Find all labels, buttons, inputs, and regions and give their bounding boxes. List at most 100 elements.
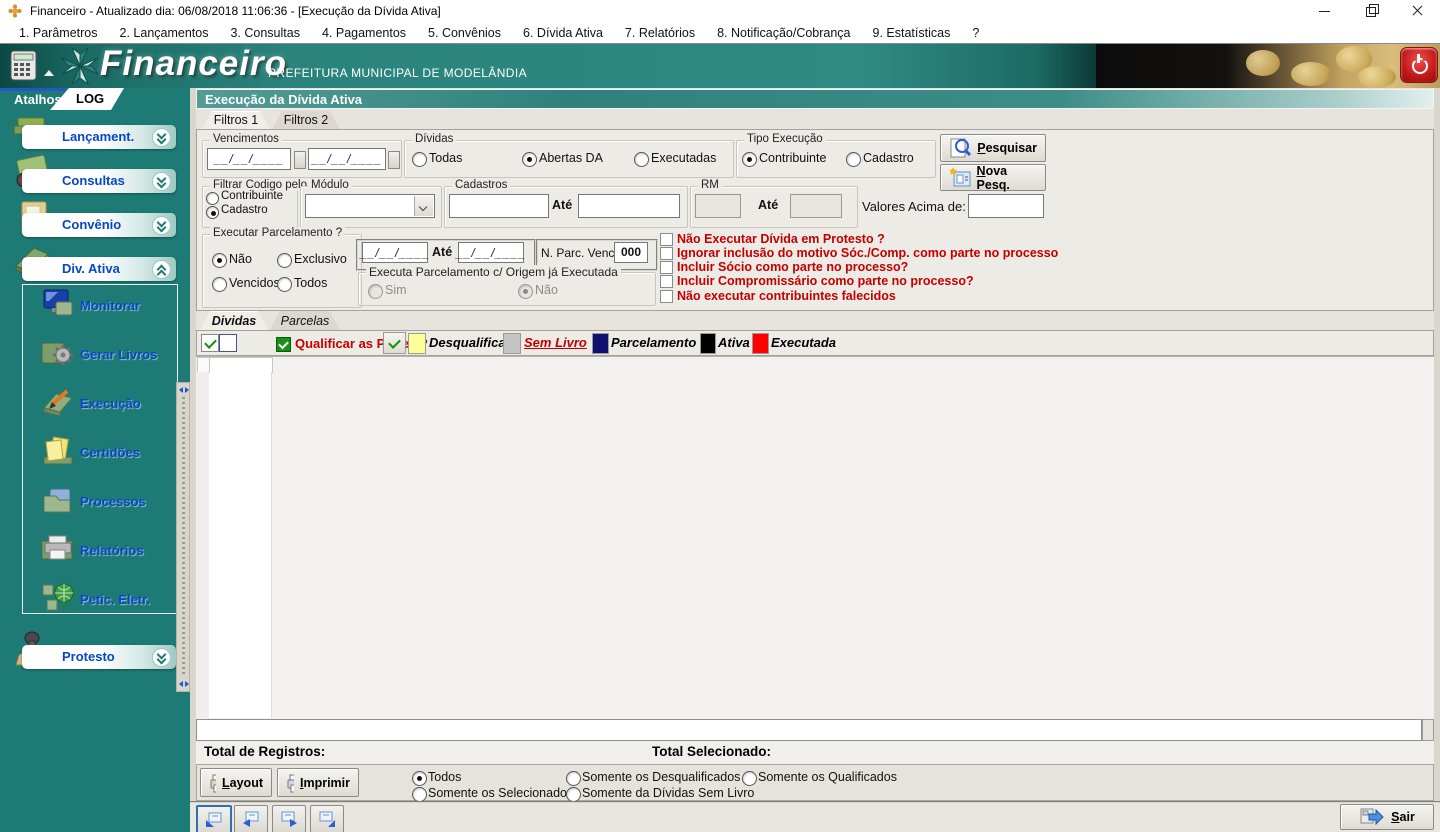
legend-label-parcelamento: Parcelamento xyxy=(611,335,696,350)
radio-parc-exclusivo[interactable] xyxy=(277,253,292,268)
chevron-down-icon[interactable] xyxy=(152,648,171,667)
checkbox-incluir-compromissario[interactable] xyxy=(660,275,673,288)
modulo-select[interactable] xyxy=(305,194,435,218)
calculator-icon[interactable] xyxy=(10,50,38,82)
documents-icon xyxy=(40,435,76,467)
sidebar-item-div-ativa[interactable]: Div. Ativa xyxy=(22,257,176,281)
menu-relatorios[interactable]: 7. Relatórios xyxy=(614,26,706,40)
tab-filtros-2[interactable]: Filtros 2 xyxy=(272,111,340,129)
sidebar-scrollbar[interactable] xyxy=(176,382,190,692)
radio-parc-todos[interactable] xyxy=(277,277,292,292)
nav-next-button[interactable] xyxy=(272,805,306,832)
radio-filtrar-cadastro[interactable] xyxy=(206,206,219,219)
checkbox-ignorar-motivo[interactable] xyxy=(660,247,673,260)
nav-previous-icon xyxy=(242,811,260,827)
nav-last-button[interactable] xyxy=(310,805,344,832)
parc-from-input[interactable]: __/__/____ xyxy=(362,242,428,263)
vencimentos-from-picker-button[interactable] xyxy=(294,151,306,169)
vencimentos-to-picker-button[interactable] xyxy=(388,151,400,169)
valores-acima-input[interactable] xyxy=(968,194,1044,218)
cadastros-to-input[interactable] xyxy=(578,194,680,218)
qualificado-check-button[interactable] xyxy=(383,332,406,354)
window-title: Financeiro - Atualizado dia: 06/08/2018 … xyxy=(30,0,441,22)
sidebar-item-gerar-livros[interactable]: Gerar Livros xyxy=(80,347,157,362)
sidebar-item-monitorar[interactable]: Monitorar xyxy=(80,298,140,313)
sidebar-item-consultas[interactable]: Consultas xyxy=(22,169,176,193)
radio-filtrar-contribuinte[interactable] xyxy=(206,192,219,205)
radio-print-sem-livro[interactable] xyxy=(566,787,581,802)
radio-print-desqualificados[interactable] xyxy=(566,771,581,786)
chevron-down-icon[interactable] xyxy=(152,128,171,147)
nova-pesq-button[interactable]: Nova Pesq. xyxy=(940,164,1046,191)
radio-print-qualificados[interactable] xyxy=(742,771,757,786)
sidebar-item-execucao[interactable]: Execução xyxy=(80,396,141,411)
checkbox-nao-executar-protesto[interactable] xyxy=(660,233,673,246)
radio-dividas-todas[interactable] xyxy=(412,152,427,167)
sidebar-item-petic-eletr[interactable]: Petic. Eletr. xyxy=(80,592,150,607)
sidebar-tab-atalhos[interactable]: Atalhos xyxy=(14,92,62,107)
select-all-checkbox[interactable] xyxy=(201,334,219,352)
radio-tipo-cadastro[interactable] xyxy=(846,152,861,167)
tab-parcelas[interactable]: Parcelas xyxy=(270,311,340,330)
radio-print-selecionados[interactable] xyxy=(412,787,427,802)
search-icon xyxy=(949,137,971,159)
radio-origem-nao xyxy=(518,284,533,299)
menu-consultas[interactable]: 3. Consultas xyxy=(219,26,310,40)
header-caret-icon[interactable] xyxy=(44,70,54,76)
legend-swatch-desqualificado xyxy=(408,333,426,354)
menu-help[interactable]: ? xyxy=(961,26,990,40)
cadastros-from-input[interactable] xyxy=(449,194,549,218)
qualificar-checkbox[interactable] xyxy=(276,337,291,352)
radio-dividas-abertas-da[interactable] xyxy=(522,152,537,167)
sidebar-item-lancamentos[interactable]: Lançament. xyxy=(22,125,176,149)
window-titlebar: Financeiro - Atualizado dia: 06/08/2018 … xyxy=(0,0,1440,22)
menu-bar: 1. Parâmetros 2. Lançamentos 3. Consulta… xyxy=(0,22,1440,44)
rm-to-input xyxy=(790,194,842,218)
imprimir-button[interactable]: Imprimir xyxy=(277,768,359,797)
menu-parametros[interactable]: 1. Parâmetros xyxy=(8,26,109,40)
sidebar-tab-underline xyxy=(0,88,66,91)
sidebar-item-relatorios[interactable]: Relatórios xyxy=(80,543,144,558)
restore-button[interactable] xyxy=(1348,0,1394,22)
tab-filtros-1[interactable]: Filtros 1 xyxy=(202,111,270,129)
power-button[interactable] xyxy=(1400,47,1438,83)
vencimentos-to-input[interactable]: __/__/____ xyxy=(308,148,386,170)
sidebar-item-convenio[interactable]: Convênio xyxy=(22,213,176,237)
layout-button[interactable]: Layout xyxy=(200,768,272,797)
menu-pagamentos[interactable]: 4. Pagamentos xyxy=(311,26,417,40)
close-button[interactable] xyxy=(1394,0,1440,22)
menu-convenios[interactable]: 5. Convênios xyxy=(417,26,512,40)
sidebar-item-protesto[interactable]: Protesto xyxy=(22,645,176,669)
menu-notificacao-cobranca[interactable]: 8. Notificação/Cobrança xyxy=(706,26,861,40)
radio-parc-vencidos[interactable] xyxy=(212,277,227,292)
pesquisar-button[interactable]: Pesquisar xyxy=(940,134,1046,162)
globe-icon xyxy=(40,582,76,614)
parc-to-input[interactable]: __/__/____ xyxy=(458,242,524,263)
sair-button[interactable]: Sair xyxy=(1340,804,1434,830)
sidebar-item-processos[interactable]: Processos xyxy=(80,494,146,509)
radio-tipo-contribuinte[interactable] xyxy=(742,152,757,167)
radio-parc-nao[interactable] xyxy=(212,253,227,268)
vencimentos-from-input[interactable]: __/__/____ xyxy=(207,148,291,170)
chevron-down-icon[interactable] xyxy=(414,196,433,216)
nav-previous-button[interactable] xyxy=(234,805,268,832)
menu-estatisticas[interactable]: 9. Estatísticas xyxy=(862,26,962,40)
n-parc-venc-input[interactable]: 000 xyxy=(614,242,648,263)
menu-divida-ativa[interactable]: 6. Dívida Ativa xyxy=(512,26,614,40)
checkbox-incluir-socio[interactable] xyxy=(660,261,673,274)
tab-dividas[interactable]: Dividas xyxy=(200,311,268,330)
sidebar-item-certidoes[interactable]: Certidões xyxy=(80,445,140,460)
minimize-button[interactable] xyxy=(1302,0,1348,22)
menu-lancamentos[interactable]: 2. Lançamentos xyxy=(109,26,220,40)
results-grid xyxy=(196,356,1434,719)
radio-dividas-executadas[interactable] xyxy=(634,152,649,167)
chevron-down-icon[interactable] xyxy=(152,216,171,235)
chevron-down-icon[interactable] xyxy=(152,172,171,191)
grid-horizontal-scrollbar[interactable] xyxy=(196,719,1422,741)
chevron-up-icon[interactable] xyxy=(152,260,171,279)
select-all-secondary-box[interactable] xyxy=(219,334,237,352)
radio-print-todos[interactable] xyxy=(412,771,427,786)
exit-icon xyxy=(1359,807,1385,827)
checkbox-nao-executar-falecidos[interactable] xyxy=(660,290,673,303)
nav-first-button[interactable] xyxy=(196,805,232,832)
